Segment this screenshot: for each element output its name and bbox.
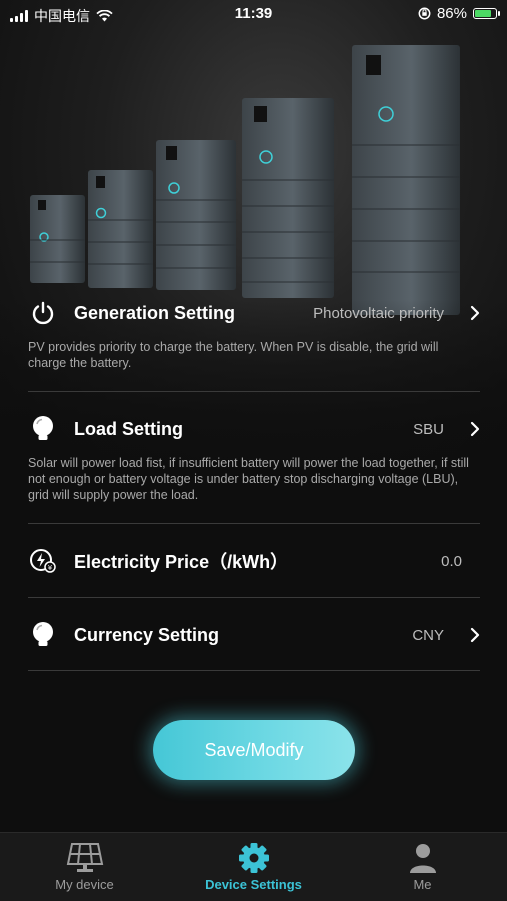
bulb-icon: [28, 620, 58, 650]
generation-setting-description: PV provides priority to charge the batte…: [28, 340, 439, 370]
tab-label: My device: [55, 877, 114, 892]
divider: [28, 670, 480, 671]
divider: [28, 391, 480, 392]
divider: [28, 523, 480, 524]
tab-label: Me: [413, 877, 432, 892]
svg-text:¥: ¥: [48, 564, 53, 572]
currency-setting-title: Currency Setting: [74, 624, 220, 645]
load-setting-title: Load Setting: [74, 418, 183, 439]
currency-setting-row[interactable]: Currency Setting CNY: [28, 615, 480, 655]
tab-me[interactable]: Me: [338, 833, 507, 901]
bulb-icon: [28, 414, 58, 444]
tab-device-settings[interactable]: Device Settings: [169, 833, 338, 901]
save-modify-button[interactable]: Save/Modify: [153, 720, 355, 780]
gear-icon: [238, 843, 269, 873]
power-icon: [28, 298, 58, 328]
status-bar: 中国电信 11:39 86%: [0, 0, 507, 28]
chevron-right-icon: [456, 421, 480, 437]
battery-icon: [473, 8, 500, 19]
battery-level-fill: [475, 10, 492, 17]
battery-percent: 86%: [436, 5, 467, 22]
solar-panel-icon: [66, 843, 103, 872]
electricity-price-value: 0.0: [441, 552, 462, 570]
currency-setting-value: CNY: [412, 626, 444, 644]
electricity-price-title: Electricity Price（/kWh）: [74, 552, 289, 572]
generation-setting-row[interactable]: Generation Setting Photovoltaic priority…: [28, 293, 480, 371]
person-icon: [409, 844, 436, 873]
chevron-right-icon: [456, 305, 480, 321]
electricity-price-row[interactable]: ¥ Electricity Price（/kWh） 0.0: [28, 541, 480, 581]
load-setting-value: SBU: [413, 420, 444, 438]
electricity-price-icon: ¥: [28, 546, 58, 576]
chevron-right-icon: [456, 627, 480, 643]
orientation-lock-icon: [418, 7, 431, 20]
bottom-tab-bar: My device Device Settings Me: [0, 832, 507, 901]
divider: [28, 597, 480, 598]
status-bar-right: 86%: [418, 5, 500, 22]
generation-setting-value: Photovoltaic priority: [313, 304, 444, 322]
generation-setting-title: Generation Setting: [74, 302, 236, 323]
tab-my-device[interactable]: My device: [0, 833, 169, 901]
tab-label: Device Settings: [205, 877, 302, 892]
load-setting-description: Solar will power load fist, if insuffici…: [28, 456, 469, 502]
load-setting-row[interactable]: Load Setting SBU Solar will power load f…: [28, 409, 480, 503]
